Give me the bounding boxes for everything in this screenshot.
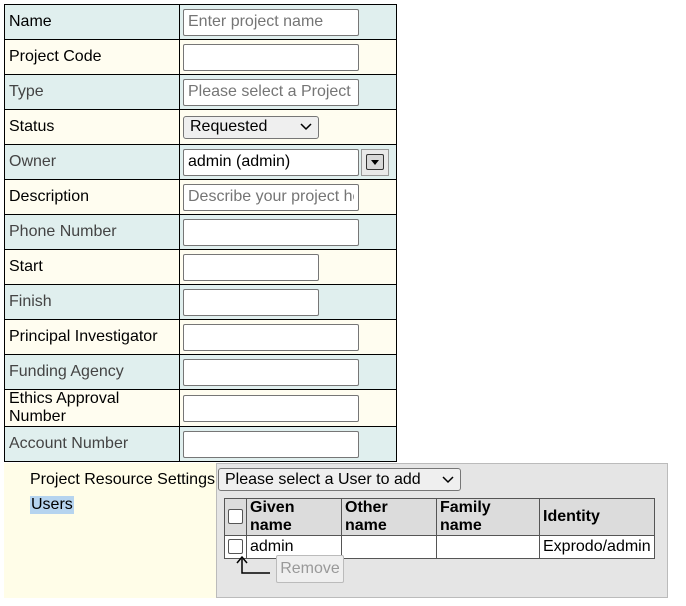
select-all-checkbox[interactable] [228, 509, 243, 525]
principal-investigator-input[interactable] [183, 323, 359, 351]
user-select-value: Please select a User to add [225, 470, 421, 488]
project-code-label: Project Code [4, 39, 180, 75]
form-row-finish: Finish [4, 284, 397, 320]
description-input[interactable] [183, 183, 359, 211]
form-row-account-number: Account Number [4, 426, 397, 462]
other-name-cell [341, 535, 437, 559]
phone-number-label: Phone Number [4, 214, 180, 250]
project-code-input[interactable] [183, 43, 359, 71]
project-resource-section: Project Resource Settings Users Please s… [4, 463, 668, 598]
description-label: Description [4, 179, 180, 215]
status-selected-value: Requested [190, 118, 268, 135]
form-row-status: Status Requested [4, 109, 397, 145]
funding-agency-input[interactable] [183, 358, 359, 386]
caret-down-icon [366, 154, 384, 170]
ethics-approval-number-label: Ethics Approval Number [4, 389, 180, 427]
family-name-cell [436, 535, 540, 559]
form-row-description: Description [4, 179, 397, 215]
corner-arrow-icon [236, 555, 272, 582]
form-row-phone-number: Phone Number [4, 214, 397, 250]
status-select[interactable]: Requested [183, 115, 319, 139]
column-header[interactable]: Identity [539, 498, 655, 536]
ethics-approval-number-input[interactable] [183, 394, 359, 422]
project-resource-settings-label: Project Resource Settings [30, 471, 215, 488]
form-row-project-code: Project Code [4, 39, 397, 75]
type-input[interactable] [183, 78, 359, 106]
account-number-label: Account Number [4, 426, 180, 462]
form-row-start: Start [4, 249, 397, 285]
name-input[interactable] [183, 8, 359, 36]
phone-number-input[interactable] [183, 218, 359, 246]
status-label: Status [4, 109, 180, 145]
chevron-down-icon [442, 473, 454, 487]
column-header[interactable]: Other name [341, 498, 437, 536]
project-form: Name Project Code Type Status Requested … [4, 4, 397, 462]
account-number-input[interactable] [183, 430, 359, 458]
form-row-ethics-approval-number: Ethics Approval Number [4, 389, 397, 427]
users-table-header: Given name Other name Family name Identi… [224, 498, 655, 536]
identity-cell: Exprodo/admin [539, 535, 655, 559]
user-select[interactable]: Please select a User to add [218, 468, 461, 491]
column-header[interactable]: Family name [436, 498, 540, 536]
chevron-down-icon [300, 120, 312, 134]
name-label: Name [4, 4, 180, 40]
row-checkbox[interactable] [228, 539, 243, 555]
type-label: Type [4, 74, 180, 110]
form-row-principal-investigator: Principal Investigator [4, 319, 397, 355]
remove-button[interactable]: Remove [276, 555, 344, 583]
select-all-cell [224, 498, 247, 536]
start-label: Start [4, 249, 180, 285]
users-label[interactable]: Users [30, 496, 74, 514]
form-row-funding-agency: Funding Agency [4, 354, 397, 390]
form-row-type: Type [4, 74, 397, 110]
start-date-input[interactable] [183, 253, 319, 281]
column-header[interactable]: Given name [246, 498, 342, 536]
owner-dropdown-button[interactable] [361, 148, 389, 176]
finish-date-input[interactable] [183, 288, 319, 316]
finish-label: Finish [4, 284, 180, 320]
funding-agency-label: Funding Agency [4, 354, 180, 390]
owner-input[interactable] [183, 148, 359, 176]
form-row-owner: Owner [4, 144, 397, 180]
form-row-name: Name [4, 4, 397, 40]
owner-label: Owner [4, 144, 180, 180]
principal-investigator-label: Principal Investigator [4, 319, 180, 355]
users-table: Given name Other name Family name Identi… [224, 498, 655, 559]
